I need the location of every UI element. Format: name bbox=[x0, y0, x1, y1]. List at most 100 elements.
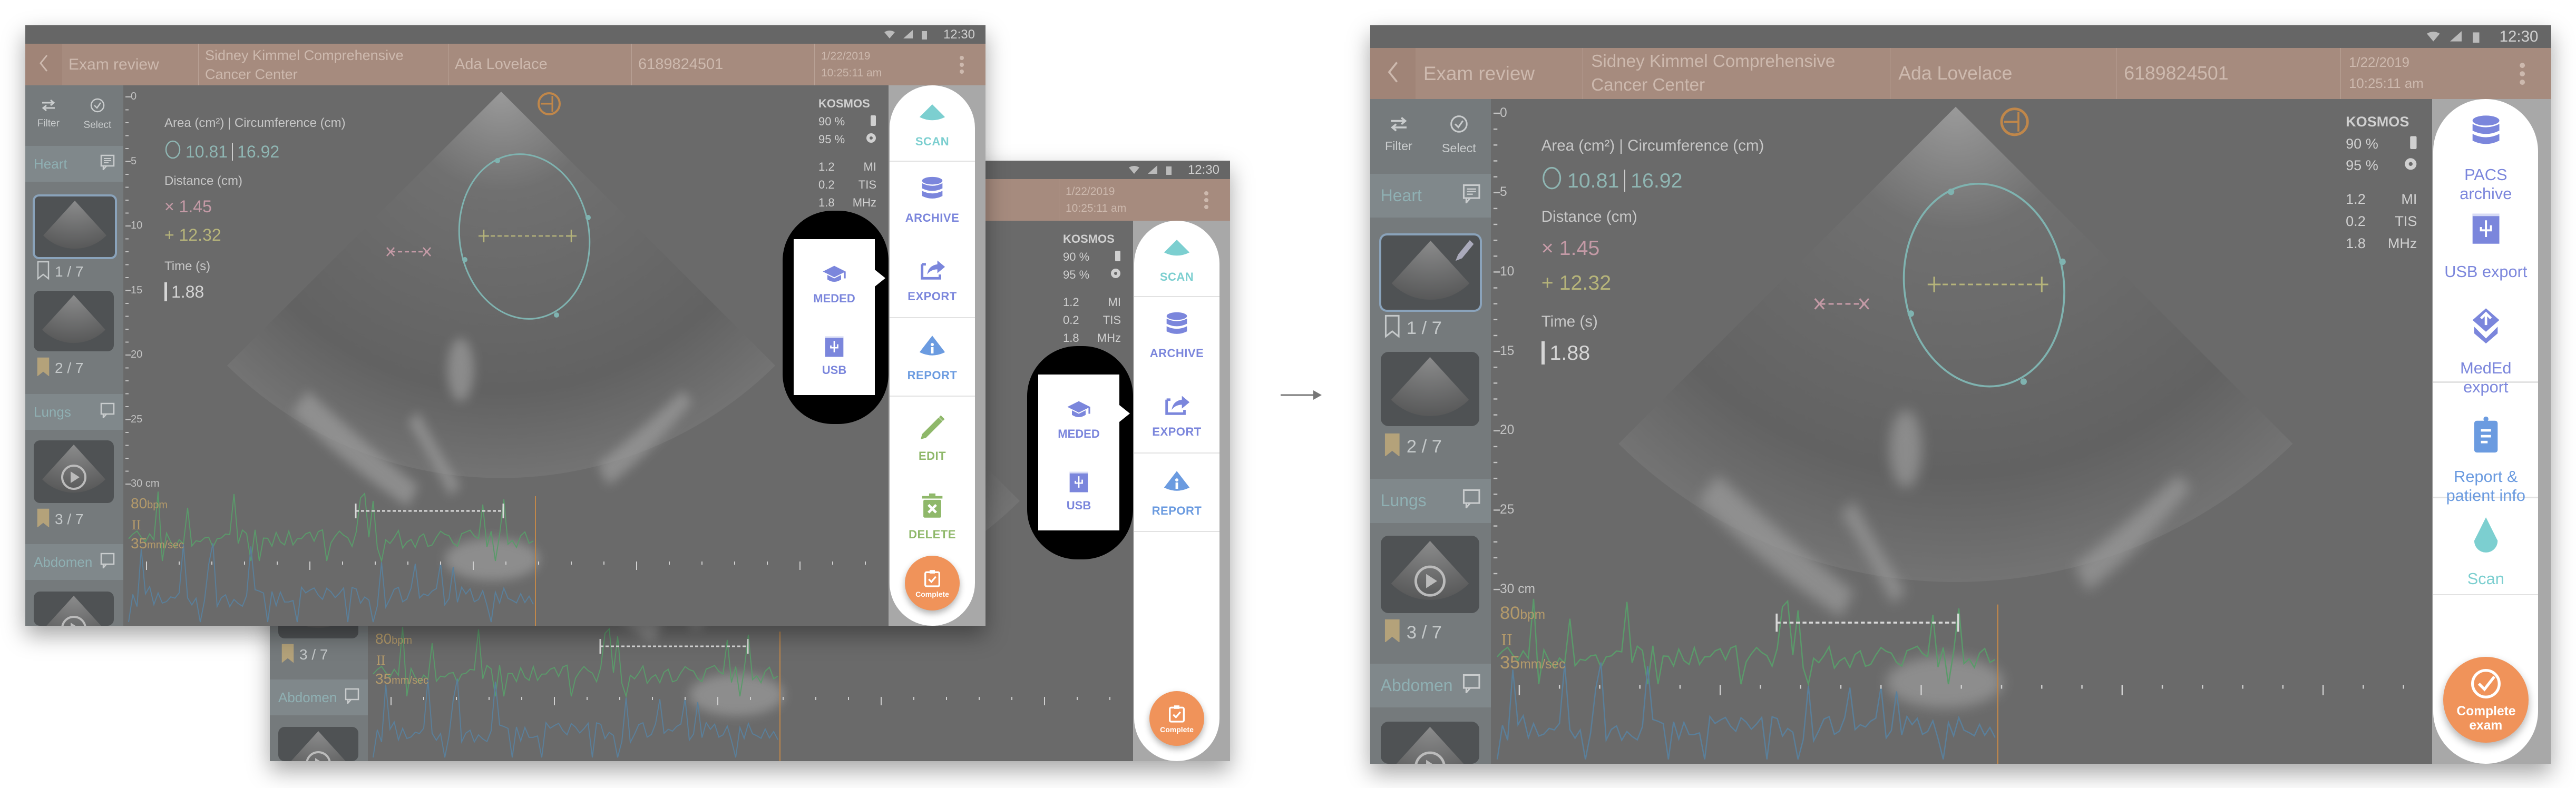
divider bbox=[890, 396, 975, 397]
popover-item-usb[interactable]: USB bbox=[1038, 468, 1119, 513]
popover-item-label: MEDED bbox=[813, 292, 855, 305]
complete-exam-button[interactable]: Complete bbox=[1149, 691, 1204, 746]
sweep-speed: 35mm/sec bbox=[375, 671, 428, 687]
speed-value: 35 bbox=[131, 535, 148, 551]
export-popover: MEDED USB bbox=[794, 239, 885, 395]
panel-item-edit[interactable]: EDIT bbox=[890, 412, 975, 463]
speed-unit: mm/sec bbox=[392, 675, 429, 686]
panel-item-label: ARCHIVE bbox=[905, 211, 960, 224]
panel-item-label: USB export bbox=[2444, 262, 2528, 281]
trash-icon bbox=[917, 491, 948, 525]
heart-rate: 80bpm bbox=[375, 631, 412, 647]
panel-item-label: ARCHIVE bbox=[1149, 347, 1204, 360]
complete-label: Complete bbox=[1160, 725, 1194, 734]
panel-item-archive[interactable]: ARCHIVE bbox=[1134, 310, 1219, 360]
complete-label: Complete bbox=[915, 589, 949, 598]
heart-rate: 80bpm bbox=[131, 495, 168, 512]
ecg-trace bbox=[128, 491, 534, 563]
complete-exam-button[interactable]: Complete exam bbox=[2443, 657, 2529, 743]
bpm-value: 80 bbox=[1500, 603, 1520, 624]
usb-icon bbox=[2466, 209, 2506, 253]
divider bbox=[890, 317, 975, 318]
clipboard-check-icon bbox=[922, 568, 943, 590]
ecg-trace bbox=[1497, 598, 1996, 687]
complete-exam-button[interactable]: Complete bbox=[905, 556, 960, 610]
action-panel: PACS archive USB export MedEd export Rep… bbox=[2433, 99, 2539, 764]
speed-value: 35 bbox=[1500, 652, 1520, 673]
database-icon bbox=[2466, 112, 2506, 156]
panel-item-usb-export[interactable]: USB export bbox=[2433, 209, 2538, 281]
popover-item-label: MEDED bbox=[1058, 427, 1100, 440]
sweep-speed: 35mm/sec bbox=[1500, 653, 1565, 673]
panel-item-export[interactable]: EXPORT bbox=[1134, 388, 1219, 439]
ultrasound-trace bbox=[128, 543, 534, 623]
ultrasound-trace bbox=[1496, 662, 1996, 760]
action-panel: SCAN ARCHIVE EXPORT REPORT Complete bbox=[1134, 221, 1219, 761]
graduation-cap-icon bbox=[821, 261, 848, 292]
sweep-speed: 35mm/sec bbox=[131, 535, 184, 552]
screen-export-menu: 12:30 Exam review Sidney Kimmel Comprehe… bbox=[25, 25, 985, 626]
report-info-icon bbox=[917, 332, 948, 366]
panel-item-scan[interactable]: Scan bbox=[2433, 516, 2538, 588]
bpm-unit: bpm bbox=[147, 499, 168, 511]
panel-item-label: SCAN bbox=[915, 135, 950, 148]
panel-item-scan[interactable]: SCAN bbox=[1134, 233, 1219, 284]
bpm-unit: bpm bbox=[1520, 608, 1546, 623]
export-popover: MEDED USB bbox=[1038, 375, 1130, 530]
panel-item-label: EXPORT bbox=[908, 290, 957, 303]
complete-label: Complete exam bbox=[2456, 704, 2516, 733]
divider bbox=[1134, 296, 1219, 297]
usb-icon bbox=[821, 333, 848, 363]
panel-item-label: EDIT bbox=[918, 449, 947, 462]
panel-item-label: EXPORT bbox=[1152, 425, 1202, 438]
heart-rate: 80bpm bbox=[1500, 603, 1545, 624]
scan-drop-icon bbox=[2466, 516, 2506, 560]
screen-redesigned-panel: 12:30 Exam review Sidney Kimmel Comprehe… bbox=[1370, 25, 2551, 764]
screen-content: 12:30 Exam review Sidney Kimmel Comprehe… bbox=[1370, 25, 2551, 764]
panel-item-label: REPORT bbox=[907, 369, 958, 382]
popover-item-label: USB bbox=[822, 363, 847, 377]
panel-item-report[interactable]: REPORT bbox=[890, 332, 975, 382]
bpm-value: 80 bbox=[375, 631, 392, 647]
ecg-lead: II bbox=[376, 653, 386, 668]
panel-item-report-patient-info[interactable]: Report & patient info bbox=[2433, 414, 2538, 505]
divider bbox=[2433, 594, 2539, 596]
popover-pointer bbox=[875, 270, 885, 287]
divider bbox=[890, 161, 975, 162]
ecg-lead: II bbox=[1501, 630, 1513, 649]
popover-item-usb[interactable]: USB bbox=[794, 333, 875, 377]
panel-item-label: REPORT bbox=[1152, 504, 1202, 517]
panel-item-label: DELETE bbox=[909, 528, 956, 541]
popover-item-meded[interactable]: MEDED bbox=[1038, 397, 1119, 441]
panel-item-export[interactable]: EXPORT bbox=[890, 253, 975, 303]
database-icon bbox=[917, 174, 948, 208]
pencil-icon bbox=[917, 412, 948, 446]
panel-item-archive[interactable]: ARCHIVE bbox=[890, 174, 975, 225]
panel-item-label: Report & patient info bbox=[2446, 467, 2526, 505]
popover-item-meded[interactable]: MEDED bbox=[794, 261, 875, 306]
arrow-right-icon bbox=[1281, 389, 1323, 404]
database-icon bbox=[1162, 310, 1192, 343]
panel-item-report[interactable]: REPORT bbox=[1134, 467, 1219, 518]
ecg-trace bbox=[373, 627, 778, 698]
panel-item-scan[interactable]: SCAN bbox=[890, 98, 975, 149]
export-icon bbox=[1162, 388, 1192, 422]
panel-item-label: MedEd export bbox=[2460, 358, 2512, 396]
clipboard-check-icon bbox=[1166, 703, 1187, 726]
meded-export-icon bbox=[2466, 305, 2506, 349]
usb-icon bbox=[1065, 468, 1092, 499]
ultrasound-trace bbox=[373, 678, 778, 758]
speed-unit: mm/sec bbox=[1520, 657, 1566, 672]
panel-item-label: SCAN bbox=[1159, 270, 1194, 283]
popover-item-label: USB bbox=[1066, 499, 1091, 512]
panel-item-pacs-archive[interactable]: PACS archive bbox=[2433, 112, 2538, 203]
panel-item-delete[interactable]: DELETE bbox=[890, 491, 975, 541]
panel-item-label: PACS archive bbox=[2460, 165, 2512, 203]
report-info-icon bbox=[1162, 467, 1192, 501]
export-icon bbox=[917, 253, 948, 287]
speed-value: 35 bbox=[375, 671, 392, 687]
panel-item-meded-export[interactable]: MedEd export bbox=[2433, 305, 2538, 396]
bpm-unit: bpm bbox=[392, 635, 413, 646]
panel-item-label: Scan bbox=[2467, 569, 2504, 588]
speed-unit: mm/sec bbox=[147, 539, 184, 551]
